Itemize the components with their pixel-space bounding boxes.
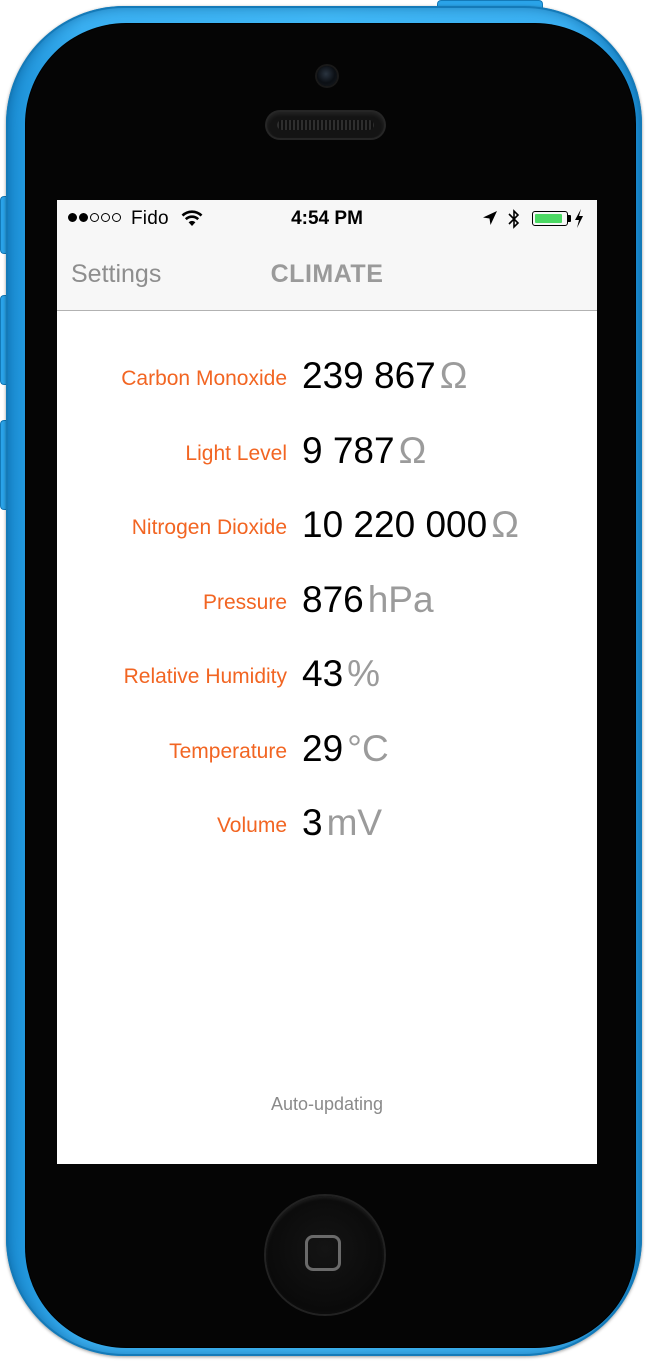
reading-row: Carbon Monoxide 239 867 Ω	[57, 343, 597, 418]
reading-row: Light Level 9 787 Ω	[57, 418, 597, 493]
readings-list: Carbon Monoxide 239 867 Ω Light Level 9 787 Ω…	[57, 343, 597, 865]
reading-number: 10 220 000	[302, 504, 488, 545]
reading-label: Temperature	[169, 739, 287, 763]
battery-level-fill	[535, 214, 562, 223]
reading-number: 876	[302, 578, 364, 620]
reading-unit: hPa	[367, 578, 434, 620]
reading-number: 9 787	[302, 429, 395, 471]
battery-tip	[568, 215, 571, 222]
reading-value: 29 °C	[302, 728, 389, 770]
reading-row: Nitrogen Dioxide 10 220 000 Ω	[57, 492, 597, 567]
phone-device: Fido 4:54 PM Settings CLIMATE Carbon Mon…	[0, 0, 649, 1363]
reading-unit: Ω	[491, 504, 519, 545]
reading-value: 10 220 000 Ω	[302, 504, 519, 546]
reading-label: Nitrogen Dioxide	[131, 516, 287, 539]
reading-number: 239 867	[302, 355, 436, 396]
location-arrow-icon	[483, 211, 497, 225]
reading-value: 3 mV	[302, 802, 382, 844]
reading-unit: °C	[347, 727, 389, 769]
home-square-icon	[305, 1235, 341, 1271]
page-title: CLIMATE	[270, 260, 384, 288]
reading-label: Carbon Monoxide	[121, 367, 287, 390]
reading-value: 9 787 Ω	[302, 430, 426, 472]
auto-update-status: Auto-updating	[270, 1094, 384, 1114]
reading-row: Relative Humidity 43%	[57, 641, 597, 716]
reading-row: Pressure 876 hPa	[57, 567, 597, 642]
reading-unit: Ω	[398, 429, 427, 471]
earpiece-speaker	[267, 112, 384, 138]
bluetooth-icon	[508, 209, 520, 229]
reading-number: 29	[302, 727, 344, 769]
charging-bolt-icon	[575, 209, 583, 228]
reading-unit: mV	[326, 802, 383, 843]
app-screen: Fido 4:54 PM Settings CLIMATE Carbon Mon…	[57, 200, 597, 1164]
reading-label: Volume	[216, 814, 287, 837]
reading-unit: %	[347, 653, 381, 694]
battery-icon	[532, 211, 568, 226]
front-camera-icon	[317, 66, 337, 86]
home-button[interactable]	[266, 1196, 384, 1314]
reading-label: Relative Humidity	[123, 665, 287, 688]
reading-value: 239 867 Ω	[302, 355, 467, 397]
reading-row: Volume 3 mV	[57, 790, 597, 865]
navigation-bar: Settings CLIMATE	[57, 238, 597, 311]
reading-number: 43	[302, 653, 344, 694]
reading-unit: Ω	[439, 355, 468, 396]
reading-number: 3	[302, 802, 323, 843]
reading-label: Pressure	[202, 590, 287, 614]
reading-value: 876 hPa	[302, 579, 434, 621]
status-bar: Fido 4:54 PM	[57, 200, 597, 238]
reading-label: Light Level	[185, 441, 287, 465]
reading-value: 43%	[302, 653, 380, 695]
reading-row: Temperature 29 °C	[57, 716, 597, 791]
